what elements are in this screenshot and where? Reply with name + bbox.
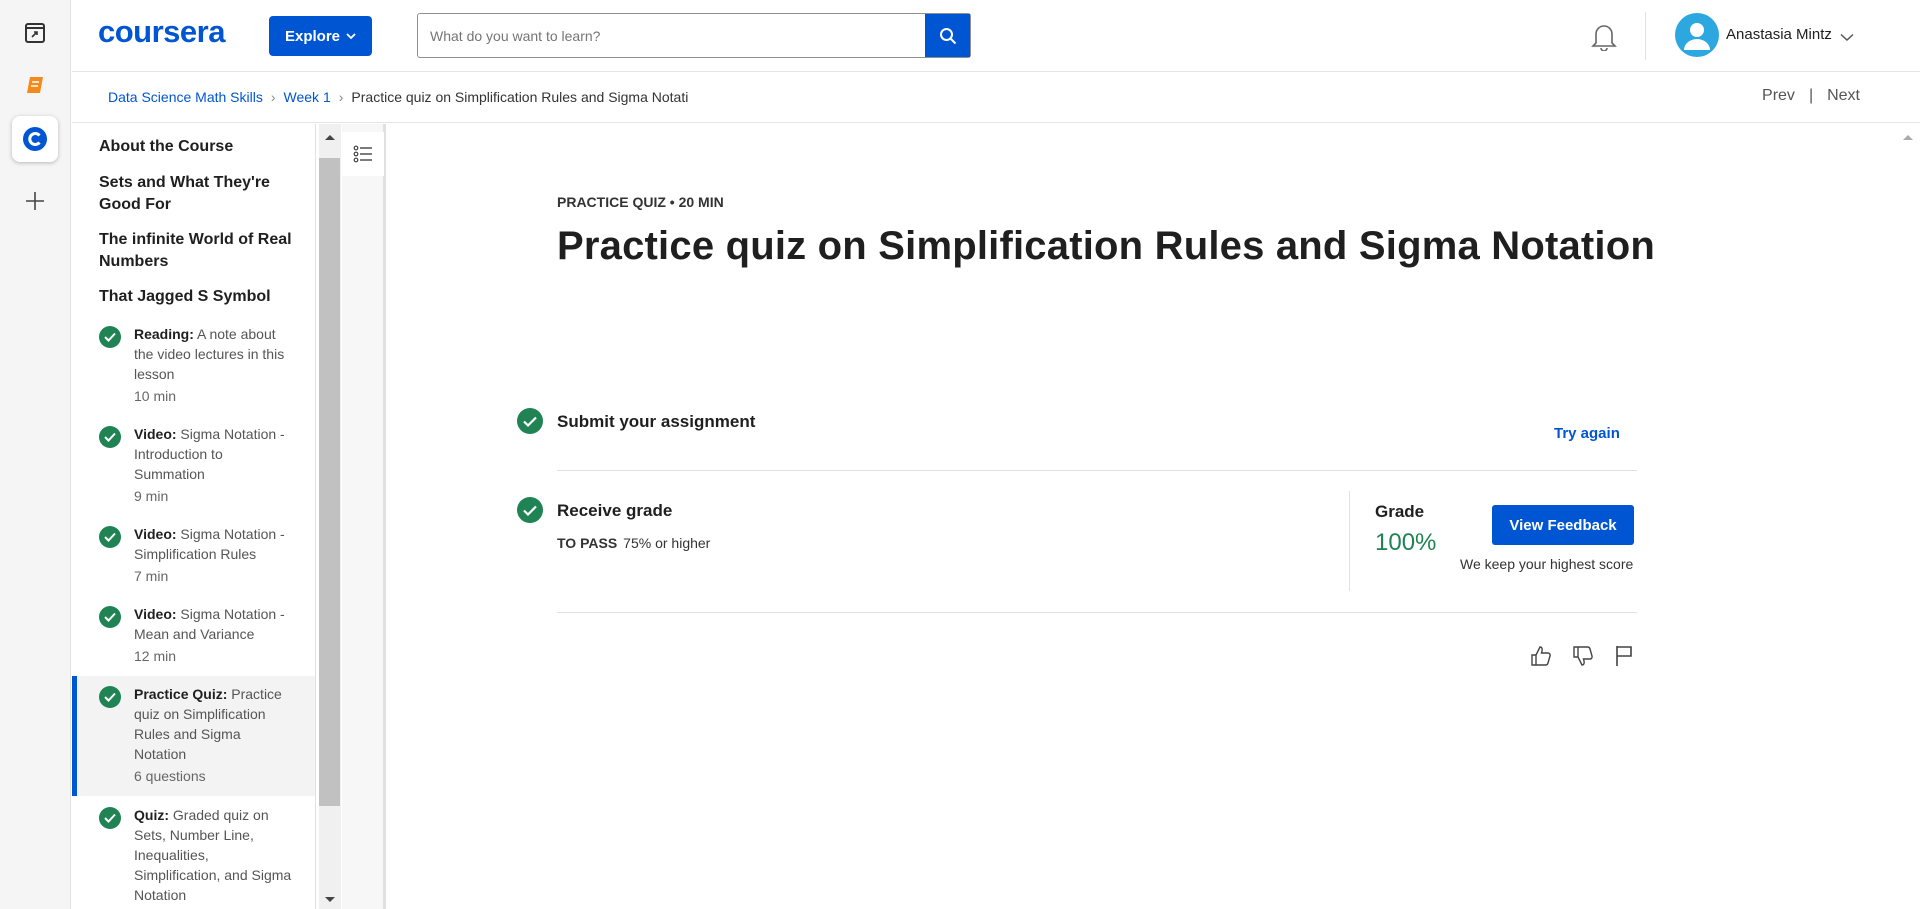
breadcrumb-current: Practice quiz on Simplification Rules an… <box>351 89 689 105</box>
chevron-down-icon <box>346 33 356 40</box>
sidebar-item-video-mean[interactable]: Video: Sigma Notation - Mean and Varianc… <box>72 604 315 666</box>
explore-button[interactable]: Explore <box>269 16 372 56</box>
grade-divider <box>1349 491 1350 591</box>
to-pass-value: 75% or higher <box>623 535 711 551</box>
item-kicker: PRACTICE QUIZ • 20 MIN <box>557 194 724 210</box>
item-meta: 9 min <box>134 488 169 504</box>
check-circle-icon <box>99 326 121 348</box>
check-circle-icon <box>99 526 121 548</box>
item-type: Reading: <box>134 326 194 342</box>
grade-value: 100% <box>1375 529 1437 556</box>
check-circle-icon <box>99 686 121 708</box>
item-meta: 7 min <box>134 568 169 584</box>
search-icon <box>939 27 956 44</box>
search-button[interactable] <box>925 14 970 57</box>
divider <box>557 612 1637 613</box>
outline-toggle-column <box>342 124 386 909</box>
view-feedback-button[interactable]: View Feedback <box>1492 505 1634 545</box>
item-type: Video: <box>134 526 177 542</box>
sidebar-item-video-intro[interactable]: Video: Sigma Notation - Introduction to … <box>72 424 315 506</box>
item-type: Quiz: <box>134 807 169 823</box>
list-icon[interactable] <box>342 132 384 176</box>
scroll-up-icon[interactable] <box>1896 128 1920 148</box>
item-meta: 12 min <box>134 648 177 664</box>
scroll-up-icon[interactable] <box>319 128 341 148</box>
grade-label: Grade <box>1375 502 1425 521</box>
receive-grade-title: Receive grade <box>557 501 673 520</box>
prev-next-nav: Prev | Next <box>1762 87 1860 105</box>
sidebar-section-about[interactable]: About the Course <box>99 136 299 158</box>
search-box <box>417 13 971 58</box>
to-pass-requirement: TO PASS 75% or higher <box>557 535 710 551</box>
main-scrollbar[interactable] <box>1896 124 1920 909</box>
sidebar-scroll-thumb[interactable] <box>319 158 340 806</box>
flag-icon[interactable] <box>1613 644 1635 668</box>
thumbs-down-icon[interactable] <box>1571 644 1595 668</box>
breadcrumb: Data Science Math Skills › Week 1 › Prac… <box>108 89 688 105</box>
sidebar-item-practice-quiz[interactable]: Practice Quiz: Practice quiz on Simplifi… <box>72 676 315 796</box>
coursera-app-icon[interactable] <box>12 116 58 162</box>
to-pass-label: TO PASS <box>557 535 618 551</box>
check-circle-icon <box>99 426 121 448</box>
window-icon[interactable] <box>12 10 58 56</box>
feedback-icons <box>1529 644 1635 668</box>
top-header: coursera Explore Anastasia Mintz <box>72 0 1920 72</box>
check-circle-icon <box>99 606 121 628</box>
sidebar-section-sets[interactable]: Sets and What They're Good For <box>99 172 299 216</box>
next-link[interactable]: Next <box>1827 87 1860 105</box>
scroll-down-icon[interactable] <box>319 889 341 909</box>
search-input[interactable] <box>418 14 925 57</box>
submit-assignment-title: Submit your assignment <box>557 412 756 431</box>
avatar[interactable] <box>1675 13 1719 57</box>
highest-score-note: We keep your highest score <box>1460 556 1634 572</box>
check-circle-icon <box>99 807 121 829</box>
item-meta: 6 questions <box>134 768 206 784</box>
book-icon[interactable] <box>12 62 58 108</box>
item-type: Video: <box>134 426 177 442</box>
user-icon <box>1684 23 1710 50</box>
explore-label: Explore <box>284 27 341 45</box>
main-content: PRACTICE QUIZ • 20 MIN Practice quiz on … <box>389 124 1896 909</box>
item-type: Video: <box>134 606 177 622</box>
check-circle-icon <box>517 497 543 523</box>
sidebar-item-graded-quiz[interactable]: Quiz: Graded quiz on Sets, Number Line, … <box>72 805 315 905</box>
item-type: Practice Quiz: <box>134 686 228 702</box>
bell-icon[interactable] <box>1590 21 1618 56</box>
breadcrumb-course[interactable]: Data Science Math Skills <box>108 89 263 105</box>
sidebar-item-video-rules[interactable]: Video: Sigma Notation - Simplification R… <box>72 524 315 586</box>
check-circle-icon <box>517 408 543 434</box>
breadcrumb-bar: Data Science Math Skills › Week 1 › Prac… <box>72 73 1920 123</box>
nav-separator: | <box>1808 87 1814 104</box>
item-meta: 10 min <box>134 388 177 404</box>
thumbs-up-icon[interactable] <box>1529 644 1553 668</box>
header-divider <box>1645 12 1646 60</box>
divider <box>557 470 1637 471</box>
chevron-right-icon: › <box>338 89 344 105</box>
sidebar-item-reading[interactable]: Reading: A note about the video lectures… <box>72 324 315 406</box>
sidebar-section-sigma[interactable]: That Jagged S Symbol <box>99 286 299 308</box>
user-name[interactable]: Anastasia Mintz <box>1726 26 1832 43</box>
course-outline-sidebar: About the Course Sets and What They're G… <box>72 124 316 909</box>
prev-link[interactable]: Prev <box>1762 87 1795 105</box>
breadcrumb-week[interactable]: Week 1 <box>284 89 331 105</box>
app-rail <box>0 0 71 909</box>
coursera-logo[interactable]: coursera <box>98 14 225 50</box>
sidebar-section-real-numbers[interactable]: The infinite World of Real Numbers <box>99 229 299 273</box>
chevron-right-icon: › <box>270 89 276 105</box>
page-title: Practice quiz on Simplification Rules an… <box>557 224 1656 268</box>
chevron-down-icon[interactable] <box>1840 29 1854 47</box>
try-again-link[interactable]: Try again <box>1554 425 1620 442</box>
plus-icon[interactable] <box>12 178 58 224</box>
